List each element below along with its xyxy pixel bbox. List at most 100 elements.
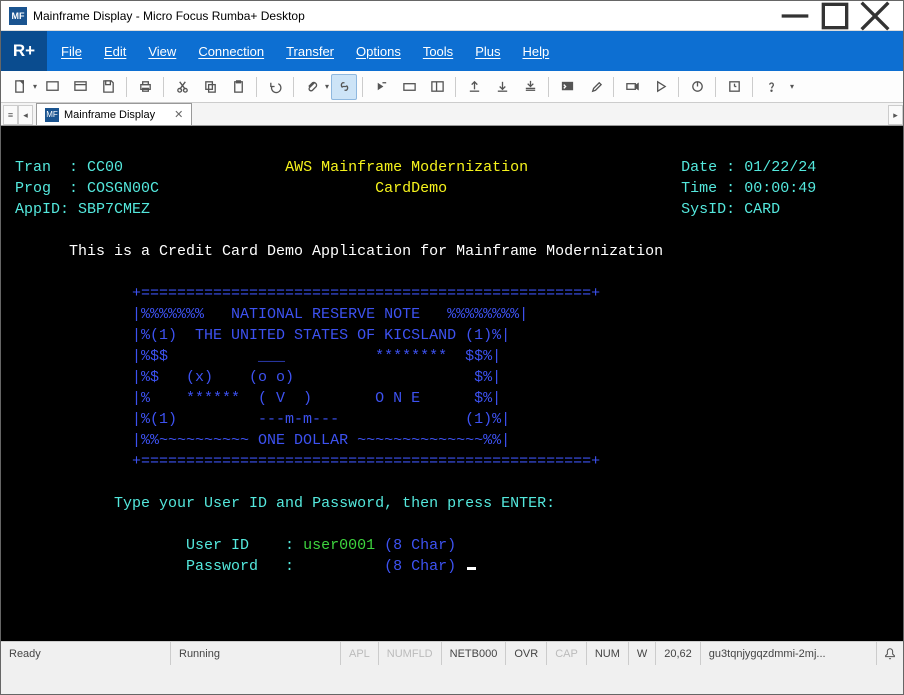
tab-menu-button[interactable]: ≡ [3,105,18,125]
power-icon[interactable] [684,74,710,100]
app-icon: MF [9,7,27,25]
menu-options[interactable]: Options [356,44,401,59]
status-apl: APL [341,642,379,665]
paste-icon[interactable] [225,74,251,100]
separator [256,77,257,97]
upload-icon[interactable] [461,74,487,100]
screen-title-1: AWS Mainframe Modernization [285,159,528,176]
screen2-icon[interactable] [67,74,93,100]
separator [548,77,549,97]
userid-label: User ID : [186,537,294,554]
print-icon[interactable] [132,74,158,100]
menu-connection[interactable]: Connection [198,44,264,59]
copy-icon[interactable] [197,74,223,100]
statusbar: Ready Running APL NUMFLD NETB000 OVR CAP… [1,641,903,665]
status-num: NUM [587,642,629,665]
appid-label: AppID: [15,201,69,218]
separator [715,77,716,97]
ascii-art-line: |%(1) ---m-m--- (1)%| [132,411,510,428]
time-label: Time : [681,180,735,197]
status-ovr: OVR [506,642,547,665]
sysid-label: SysID: [681,201,735,218]
password-hint: (8 Char) [384,558,456,575]
screen-title-2: CardDemo [375,180,447,197]
status-cap: CAP [547,642,587,665]
separator [163,77,164,97]
maximize-button[interactable] [815,2,855,30]
window-titlebar: MF Mainframe Display - Micro Focus Rumba… [1,1,903,31]
password-label: Password : [186,558,294,575]
terminal-screen[interactable]: Tran : CC00 AWS Mainframe Modernization … [1,126,903,641]
tab-icon: MF [45,108,59,122]
ascii-art-line: |% ****** ( V ) O N E $%| [132,390,501,407]
tagline: This is a Credit Card Demo Application f… [69,243,663,260]
tab-mainframe-display[interactable]: MF Mainframe Display ✕ [36,103,192,125]
date-value: 01/22/24 [744,159,816,176]
time-value: 00:00:49 [744,180,816,197]
cut-icon[interactable] [169,74,195,100]
cursor [467,567,476,570]
status-ready: Ready [1,642,171,665]
userid-hint: (8 Char) [384,537,456,554]
notification-bell-icon[interactable] [877,647,903,661]
new-icon[interactable] [7,74,33,100]
prog-label: Prog : [15,180,78,197]
userid-input[interactable]: user0001 [303,537,375,554]
tran-label: Tran : [15,159,78,176]
ascii-art-line: |%$$ ___ ******** $$%| [132,348,501,365]
link-icon[interactable] [331,74,357,100]
menu-transfer[interactable]: Transfer [286,44,334,59]
status-running: Running [171,642,341,665]
terminal-icon[interactable] [554,74,580,100]
toolbar: ▾ ▾ ▾ [1,71,903,103]
tab-scroll-left[interactable]: ◂ [18,105,33,125]
ascii-art-line: +=======================================… [132,453,600,470]
minimize-button[interactable] [775,2,815,30]
separator [613,77,614,97]
clock-icon[interactable] [721,74,747,100]
color-picker-icon[interactable] [582,74,608,100]
menubar: R+ File Edit View Connection Transfer Op… [1,31,903,71]
download-list-icon[interactable] [517,74,543,100]
menu-view[interactable]: View [148,44,176,59]
prompt-text: Type your User ID and Password, then pre… [114,495,555,512]
undo-icon[interactable] [262,74,288,100]
menu-tools[interactable]: Tools [423,44,453,59]
tab-close-button[interactable]: ✕ [174,108,183,121]
tab-scroll-right[interactable]: ▸ [888,105,903,125]
help-icon[interactable] [758,74,784,100]
separator [293,77,294,97]
menu-help[interactable]: Help [522,44,549,59]
status-w: W [629,642,656,665]
separator [752,77,753,97]
tab-strip: ≡ ◂ MF Mainframe Display ✕ ▸ [1,103,903,126]
product-logo[interactable]: R+ [1,31,47,71]
panel-icon[interactable] [424,74,450,100]
toolbar-overflow[interactable]: ▾ [790,82,794,91]
ascii-art-line: +=======================================… [132,285,600,302]
tran-value: CC00 [87,159,123,176]
status-host: gu3tqnjygqzdmmi-2mj... [701,642,877,665]
menu-plus[interactable]: Plus [475,44,500,59]
save-icon[interactable] [95,74,121,100]
new-dropdown[interactable]: ▾ [33,82,37,91]
ascii-art-line: |%$ (x) (o o) $%| [132,369,501,386]
ascii-art-line: |%(1) THE UNITED STATES OF KICSLAND (1)%… [132,327,510,344]
screen1-icon[interactable] [39,74,65,100]
close-button[interactable] [855,2,895,30]
record-icon[interactable] [619,74,645,100]
attach-icon[interactable] [299,74,325,100]
attach-dropdown[interactable]: ▾ [325,82,329,91]
status-net: NETB000 [442,642,507,665]
menu-edit[interactable]: Edit [104,44,126,59]
keyboard-icon[interactable] [396,74,422,100]
separator [678,77,679,97]
download-icon[interactable] [489,74,515,100]
cursor-up-icon[interactable] [368,74,394,100]
ascii-art-line: |%%%%%%% NATIONAL RESERVE NOTE %%%%%%%%| [132,306,528,323]
status-cursor-pos: 20,62 [656,642,701,665]
prog-value: COSGN00C [87,180,159,197]
menu-file[interactable]: File [61,44,82,59]
play-icon[interactable] [647,74,673,100]
date-label: Date : [681,159,735,176]
